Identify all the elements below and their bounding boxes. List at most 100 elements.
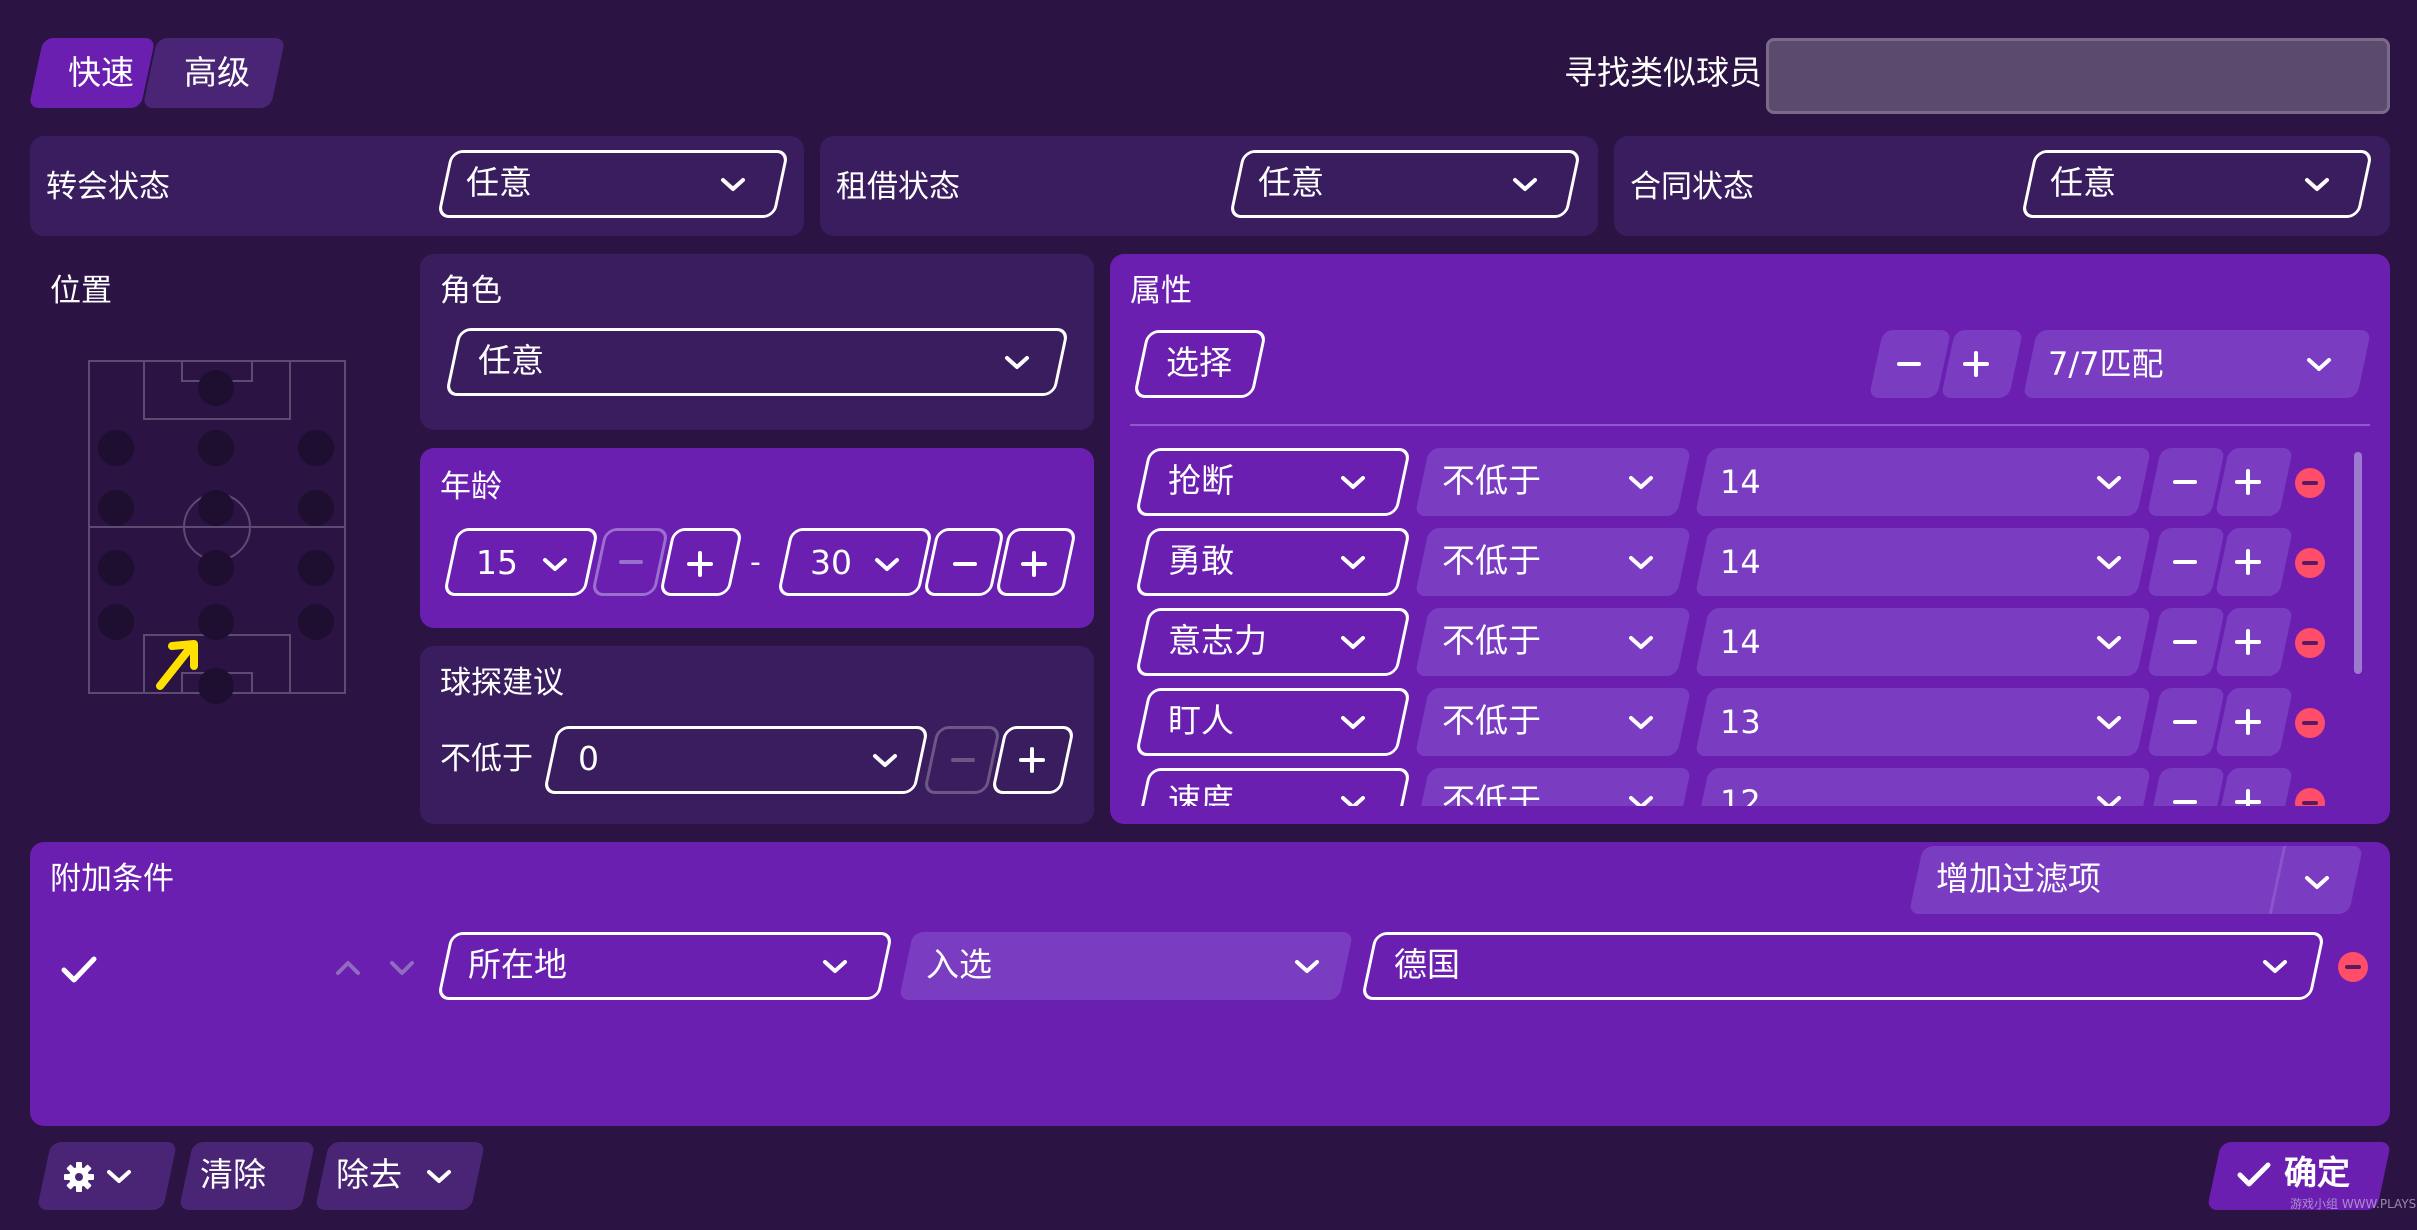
position-dot[interactable] [98,430,134,466]
position-dot[interactable] [298,430,334,466]
tab-quick-label: 快速 [68,53,134,92]
chevron-down-icon [2304,176,2330,194]
condition-value-dropdown[interactable] [1360,932,2326,1000]
position-dot[interactable] [198,370,234,406]
attributes-match-value: 7/7匹配 [2048,345,2164,383]
attribute-value-dropdown[interactable] [1694,768,2152,806]
position-dot[interactable] [98,490,134,526]
confirm-button-label: 确定 [2284,1153,2350,1192]
plus-icon [1020,550,1048,578]
plus-icon [1018,746,1046,774]
attribute-value: 13 [1720,703,1761,741]
position-dot[interactable] [98,550,134,586]
extra-conditions-label: 附加条件 [50,861,174,897]
condition-field-value: 所在地 [468,945,567,984]
chevron-down-icon [426,1168,452,1186]
plus-icon [2234,468,2262,496]
chevron-down-icon [1628,794,1654,806]
remove-attribute-icon[interactable] [2295,708,2325,738]
age-label: 年龄 [440,469,502,505]
remove-attribute-icon[interactable] [2295,628,2325,658]
position-dot[interactable] [298,550,334,586]
pitch-map[interactable] [88,360,346,694]
attribute-condition: 不低于 [1442,781,1541,806]
find-similar-input[interactable] [1766,38,2390,114]
attributes-scrollbar[interactable] [2354,452,2362,674]
plus-icon [2234,788,2262,806]
remove-button-label: 除去 [336,1155,402,1194]
remove-attribute-icon[interactable] [2295,788,2325,806]
attribute-name: 盯人 [1168,701,1234,740]
attribute-value-dropdown[interactable] [1694,688,2152,756]
contract-status-label: 合同状态 [1630,169,1754,205]
attribute-value-dropdown[interactable] [1694,608,2152,676]
chevron-down-icon [1340,474,1366,492]
position-dot[interactable] [198,490,234,526]
condition-op-value: 入选 [926,945,992,984]
chevron-down-icon [1340,794,1366,806]
transfer-status-label: 转会状态 [46,169,170,205]
minus-icon [2172,792,2198,806]
attribute-value: 12 [1720,783,1761,806]
attribute-name: 速度 [1168,781,1234,806]
tab-advanced-label: 高级 [184,53,250,92]
chevron-down-icon[interactable] [388,958,416,978]
chevron-down-icon [106,1168,132,1186]
remove-attribute-icon[interactable] [2295,468,2325,498]
plus-icon [686,550,714,578]
attributes-divider [1130,424,2370,426]
chevron-down-icon [720,176,746,194]
chevron-down-icon [1512,176,1538,194]
minus-icon [952,554,978,574]
age-max-dropdown[interactable] [776,528,934,596]
chevron-down-icon [1340,714,1366,732]
position-dot[interactable] [198,550,234,586]
minus-icon [950,750,976,770]
position-dot[interactable] [198,430,234,466]
chevron-down-icon [542,556,568,574]
role-label: 角色 [440,273,502,309]
attributes-select-label: 选择 [1166,343,1232,382]
minus-icon [2172,632,2198,652]
attribute-value: 14 [1720,463,1761,501]
chevron-down-icon [2096,794,2122,806]
plus-icon [2234,628,2262,656]
attributes-list[interactable]: 抢断 不低于 14 勇敢 不低于 14 意志力 不低于 14 盯人 不低于 13 [1110,440,2366,806]
remove-condition-icon[interactable] [2338,952,2368,982]
attribute-name: 意志力 [1168,621,1267,660]
position-dot[interactable] [98,604,134,640]
arrow-icon [150,634,210,694]
chevron-down-icon [1340,634,1366,652]
position-label: 位置 [50,273,112,309]
checkmark-icon[interactable] [60,954,98,986]
scout-prefix: 不低于 [440,741,533,777]
scout-label: 球探建议 [440,665,564,701]
minus-icon [1896,354,1922,374]
chevron-down-icon [2096,714,2122,732]
find-similar-label: 寻找类似球员 [1564,53,1762,92]
chevron-up-icon[interactable] [334,958,362,978]
role-value: 任意 [478,341,544,380]
attribute-condition: 不低于 [1442,621,1541,660]
position-dot[interactable] [298,490,334,526]
attribute-value-dropdown[interactable] [1694,528,2152,596]
attribute-value: 14 [1720,543,1761,581]
condition-value: 德国 [1394,945,1460,984]
age-max-value: 30 [810,543,852,582]
attribute-condition: 不低于 [1442,461,1541,500]
chevron-down-icon [874,556,900,574]
chevron-down-icon [1628,634,1654,652]
age-min-dropdown[interactable] [442,528,600,596]
attribute-name: 抢断 [1168,461,1234,500]
watermark: 游戏小组 WWW.PLAYSM.CC [2290,1197,2417,1211]
position-dot[interactable] [298,604,334,640]
attribute-value-dropdown[interactable] [1694,448,2152,516]
chevron-down-icon [2306,356,2332,374]
attribute-condition: 不低于 [1442,541,1541,580]
attribute-name: 勇敢 [1168,541,1234,580]
chevron-down-icon [2304,874,2330,892]
remove-attribute-icon[interactable] [2295,548,2325,578]
age-separator: - [750,545,761,580]
chevron-down-icon [872,752,898,770]
attribute-condition: 不低于 [1442,701,1541,740]
